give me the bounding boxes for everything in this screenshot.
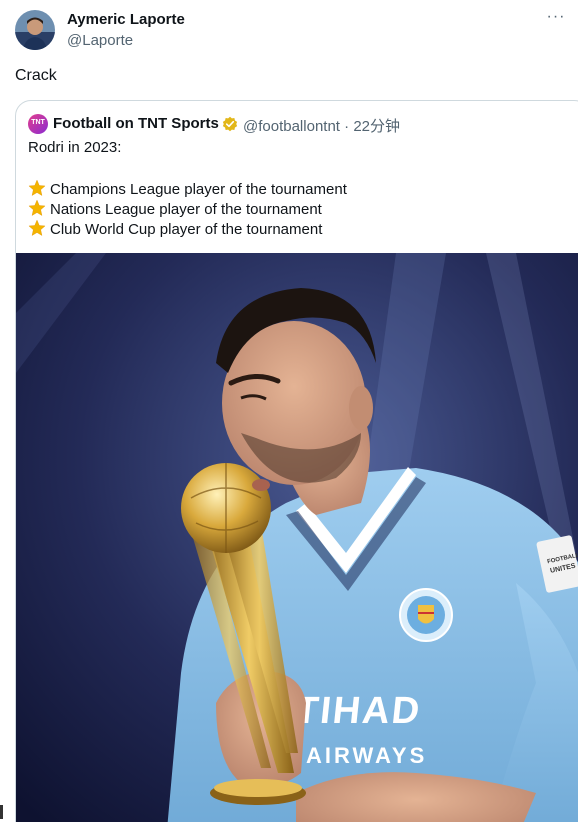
quote-avatar[interactable]: TNT: [28, 114, 48, 134]
quoted-tweet[interactable]: TNT Football on TNT Sports @footballontn…: [15, 100, 578, 822]
quote-line-item: Club World Cup player of the tournament: [28, 219, 322, 238]
quote-avatar-text: TNT: [31, 119, 45, 126]
quote-line-text: Champions League player of the tournamen…: [50, 181, 347, 198]
quote-line-title: Rodri in 2023:: [28, 139, 122, 156]
author-avatar[interactable]: [15, 10, 55, 50]
tweet-text: Crack: [15, 67, 57, 84]
svg-text:AIRWAYS: AIRWAYS: [306, 743, 427, 768]
verified-badge-icon: [222, 116, 238, 132]
star-icon: [28, 219, 46, 236]
player-trophy-photo: FOOTBALL UNITES ETIHAD AIRWAYS: [16, 253, 578, 822]
author-name[interactable]: Aymeric Laporte: [67, 11, 185, 28]
quote-line-text: Club World Cup player of the tournament: [50, 221, 323, 238]
quote-time[interactable]: 22分钟: [353, 118, 400, 135]
author-handle[interactable]: @Laporte: [67, 32, 133, 49]
quote-author-handle[interactable]: @footballontnt: [243, 118, 340, 135]
star-icon: [28, 179, 46, 196]
tweet-header: Aymeric Laporte @Laporte ···: [15, 9, 570, 52]
more-horizontal-icon[interactable]: ···: [542, 9, 570, 30]
quote-author-name[interactable]: Football on TNT Sports: [53, 115, 219, 132]
scrollbar-edge: [0, 805, 3, 819]
star-icon: [28, 199, 46, 216]
quote-handle-time: @footballontnt · 22分钟: [243, 118, 400, 135]
quote-line-item: Champions League player of the tournamen…: [28, 179, 347, 198]
quote-media-image[interactable]: FOOTBALL UNITES ETIHAD AIRWAYS: [16, 253, 578, 822]
quote-line-item: Nations League player of the tournament: [28, 199, 322, 218]
quote-line-text: Nations League player of the tournament: [50, 201, 322, 218]
